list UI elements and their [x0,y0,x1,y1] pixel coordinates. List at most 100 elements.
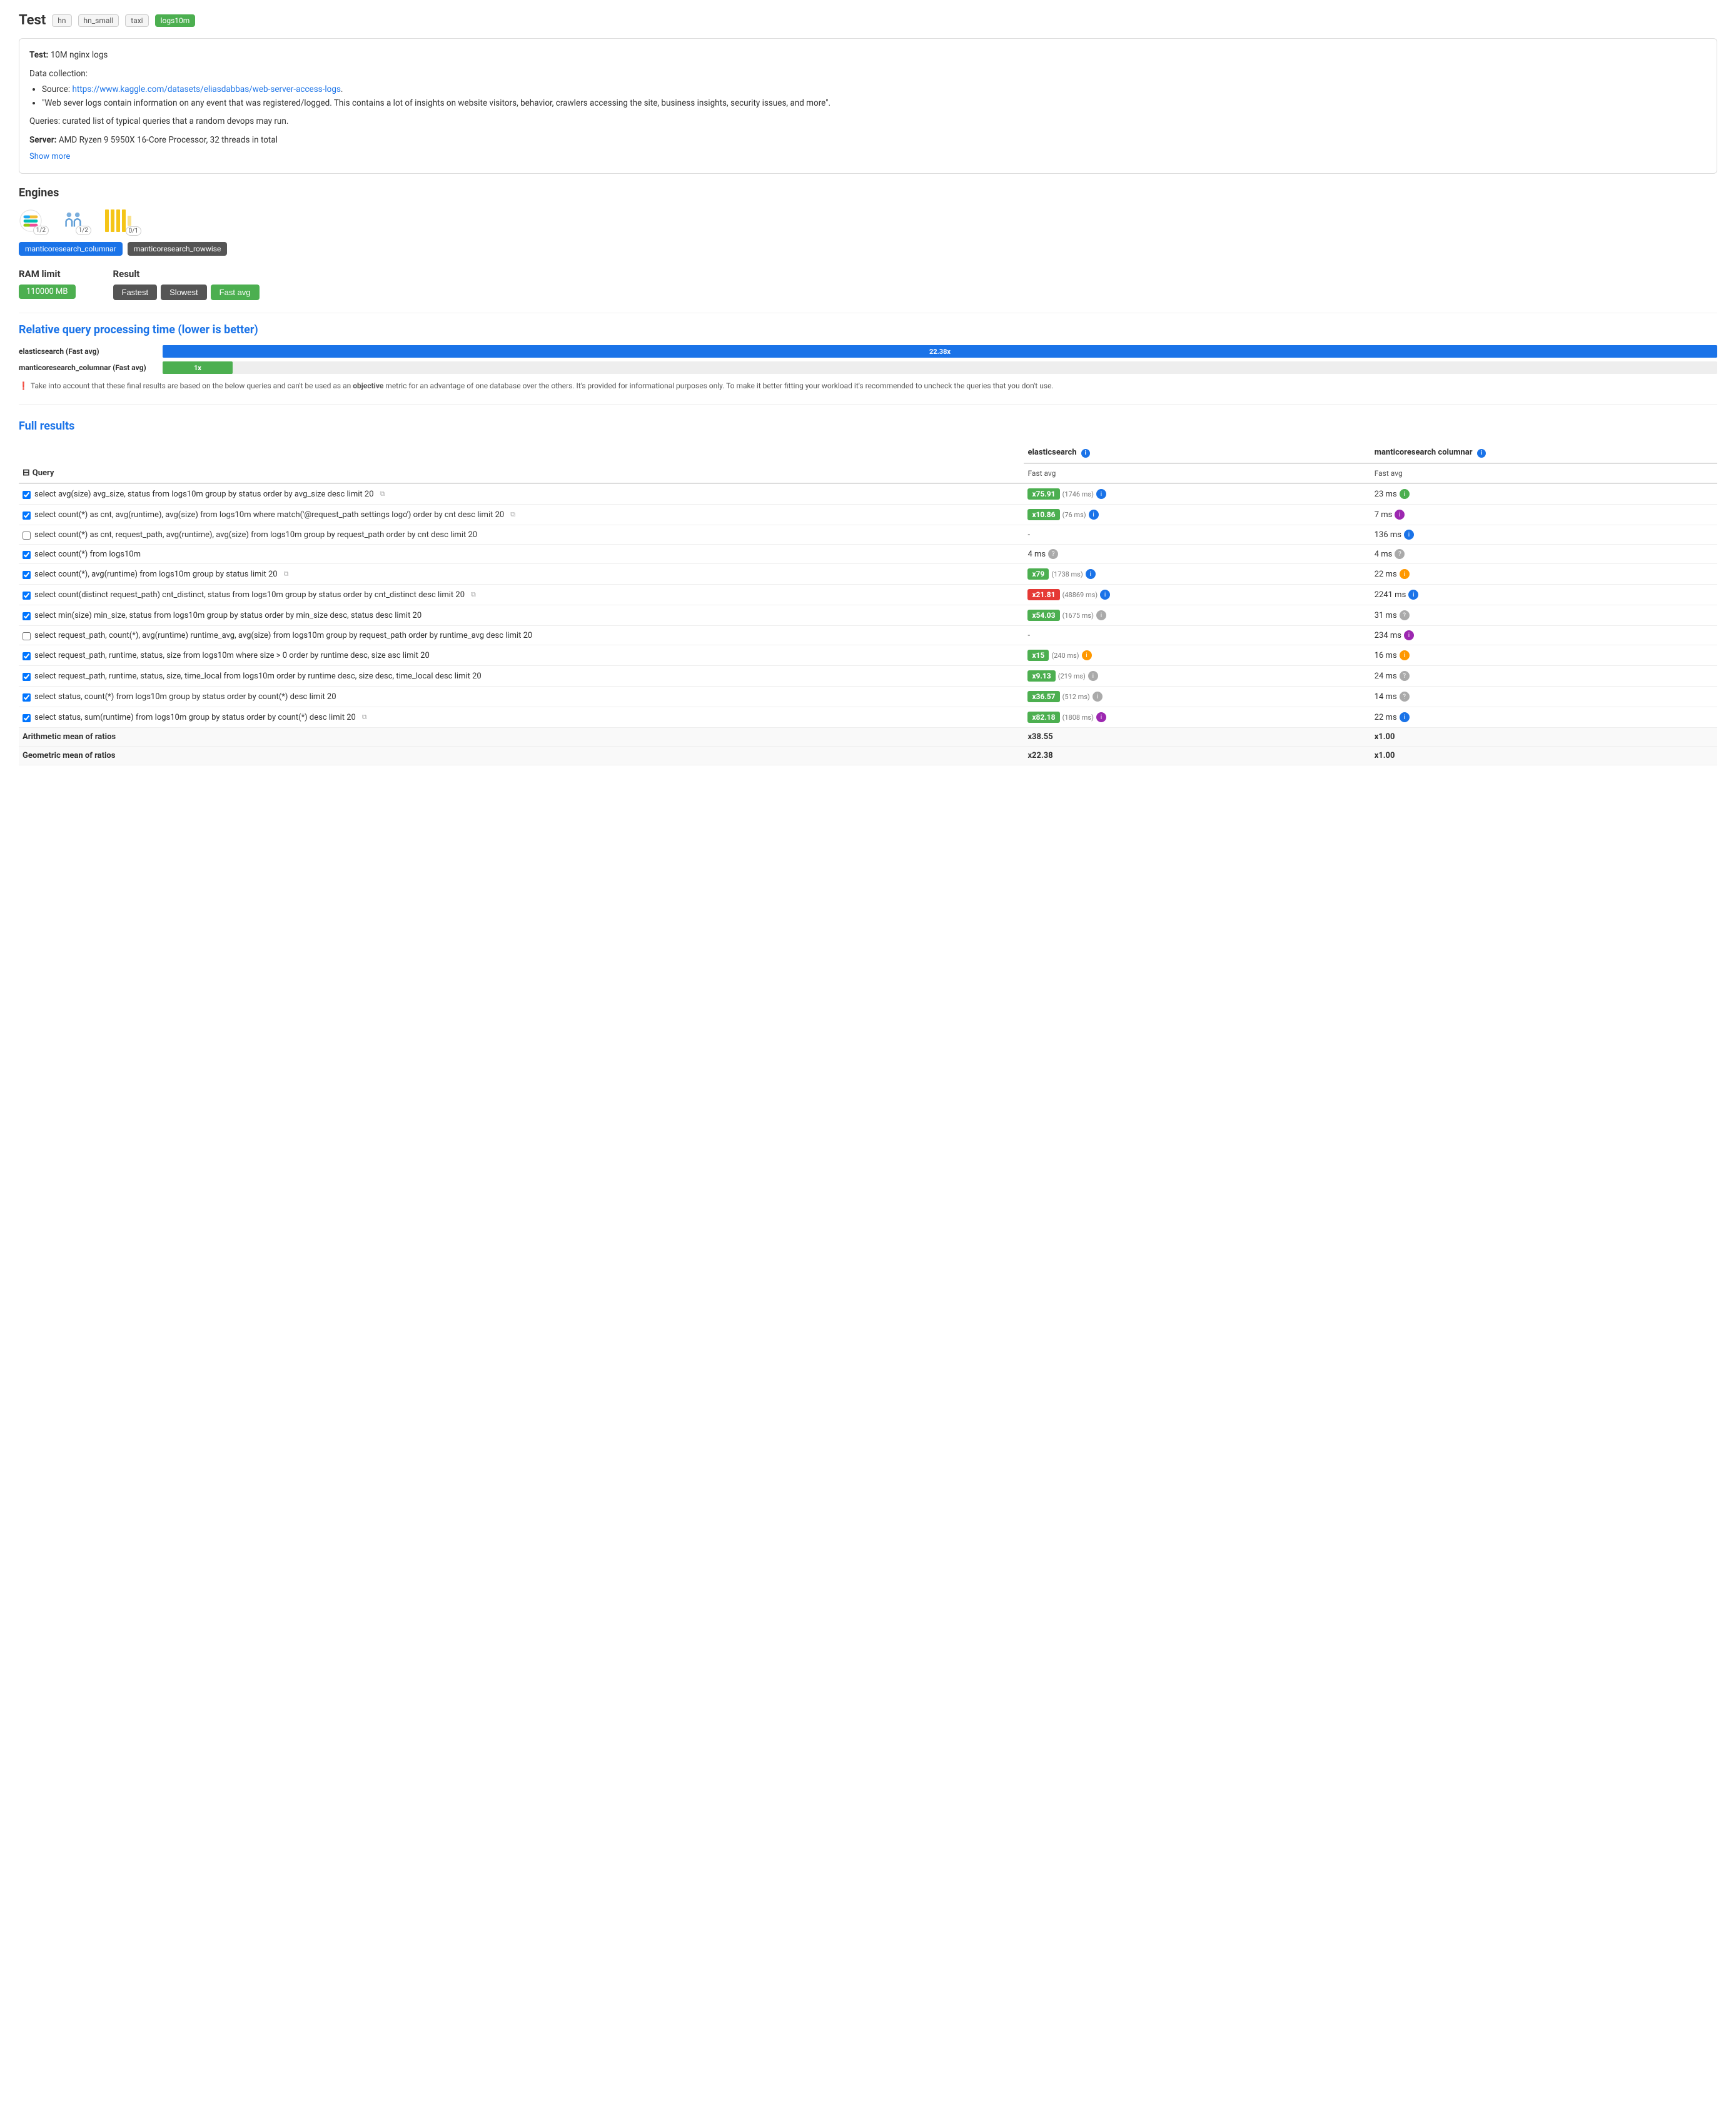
elastic-value: - [1027,631,1030,640]
query-checkbox[interactable] [23,571,31,579]
query-checkbox[interactable] [23,714,31,722]
elastic-ms: (48869 ms) [1062,591,1098,599]
footer-manticore: x1.00 [1371,728,1717,747]
manticore-cell: 234 ms i [1371,626,1717,645]
manticore-cell: 14 ms ? [1371,687,1717,707]
elastic-info-icon[interactable]: i [1081,449,1090,458]
elastic-info-icon[interactable]: i [1088,671,1098,681]
show-more-link[interactable]: Show more [29,152,70,161]
engine-tags: manticoresearch_columnar manticoresearch… [19,242,1717,256]
manticore-engine[interactable]: 1/2 [61,209,85,233]
elastic-badge-green: x36.57 [1027,691,1059,702]
fast-avg-button[interactable]: Fast avg [211,285,260,300]
query-copy-icon[interactable]: ⧉ [284,570,289,578]
elastic-badge-green: x54.03 [1027,610,1059,621]
footer-label: Arithmetic mean of ratios [19,728,1024,747]
elastic-badge-green: x10.86 [1027,509,1059,520]
test-label: Test: [29,50,48,60]
manticore-value: 16 ms [1375,651,1397,660]
elastic-info-icon[interactable]: i [1096,712,1106,722]
manticore-info-icon[interactable]: i [1400,569,1410,579]
elasticsearch-engine[interactable]: 1/2 [19,209,43,233]
query-cell: select request_path, runtime, status, si… [19,666,1024,687]
query-copy-icon[interactable]: ⧉ [471,590,476,599]
tag-hn-small[interactable]: hn_small [78,14,119,27]
elastic-cell: x9.13 (219 ms) i [1024,666,1370,687]
query-checkbox[interactable] [23,532,31,540]
query-copy-icon[interactable]: ⧉ [380,490,385,498]
manticore-cell: 24 ms ? [1371,666,1717,687]
tag-hn[interactable]: hn [52,14,71,27]
elastic-info-icon[interactable]: ? [1048,549,1058,559]
chart-label-elasticsearch: elasticsearch (Fast avg) [19,347,156,356]
clickhouse-engine[interactable]: 0/1 [104,208,135,233]
elastic-info-icon[interactable]: i [1093,692,1103,702]
elastic-info-icon[interactable]: i [1100,590,1110,600]
collapse-icon[interactable]: ⊟ [23,468,30,478]
query-cell: select avg(size) avg_size, status from l… [19,483,1024,505]
query-checkbox[interactable] [23,511,31,520]
manticore-info-icon[interactable]: ? [1400,610,1410,620]
query-text: select status, count(*) from logs10m gro… [34,692,336,702]
manticore-info-icon[interactable]: i [1400,712,1410,722]
engine-tag-rowwise[interactable]: manticoresearch_rowwise [128,242,228,256]
manticore-info-icon[interactable]: ? [1400,692,1410,702]
chart-bar-elasticsearch-label: 22.38x [926,348,954,356]
server-label: Server: [29,135,56,145]
query-checkbox[interactable] [23,491,31,499]
engine-tag-columnar[interactable]: manticoresearch_columnar [19,242,123,256]
elastic-badge-green: x15 [1027,650,1049,661]
results-section: Full results ⊟ Query elasticsearch i man… [19,420,1717,765]
source-link[interactable]: https://www.kaggle.com/datasets/eliasdab… [72,84,340,94]
elastic-badge-red: x21.81 [1027,589,1059,600]
elastic-info-icon[interactable]: i [1096,610,1106,620]
table-row: select request_path, count(*), avg(runti… [19,626,1717,645]
slowest-button[interactable]: Slowest [161,285,207,300]
query-checkbox[interactable] [23,673,31,681]
manticore-info-icon[interactable]: ? [1395,549,1405,559]
table-row: select request_path, runtime, status, si… [19,645,1717,666]
tag-logs10m[interactable]: logs10m [155,14,196,27]
query-checkbox[interactable] [23,612,31,620]
engines-title: Engines [19,186,1717,199]
th-manticore: manticoresearch columnar i [1371,443,1717,463]
query-checkbox[interactable] [23,592,31,600]
query-checkbox[interactable] [23,551,31,559]
elastic-info-icon[interactable]: i [1096,489,1106,499]
manticore-info-icon[interactable]: i [1400,650,1410,660]
query-text: select count(*) as cnt, request_path, av… [34,530,477,540]
query-cell: select min(size) min_size, status from l… [19,605,1024,626]
elastic-info-icon[interactable]: i [1089,510,1099,520]
elastic-info-icon[interactable]: i [1082,650,1092,660]
query-checkbox[interactable] [23,632,31,640]
query-copy-icon[interactable]: ⧉ [510,510,515,519]
manticore-col-info-icon[interactable]: i [1477,449,1486,458]
manticore-cell: 22 ms i [1371,707,1717,728]
query-text: select request_path, runtime, status, si… [34,672,482,681]
footer-elastic: x38.55 [1024,728,1370,747]
query-checkbox[interactable] [23,693,31,702]
elastic-info-icon[interactable]: i [1086,569,1096,579]
query-cell: select count(*) as cnt, avg(runtime), av… [19,505,1024,525]
query-copy-icon[interactable]: ⧉ [362,713,367,722]
tag-taxi[interactable]: taxi [125,14,148,27]
manticore-cell: 16 ms i [1371,645,1717,666]
fastest-button[interactable]: Fastest [113,285,158,300]
elastic-badge-green: x9.13 [1027,670,1055,682]
manticore-info-icon[interactable]: i [1404,630,1414,640]
query-cell: select status, count(*) from logs10m gro… [19,687,1024,707]
manticore-info-icon[interactable]: ? [1400,671,1410,681]
query-text: select count(*), avg(runtime) from logs1… [34,570,278,579]
elastic-cell: x79 (1738 ms) i [1024,564,1370,585]
elastic-badge-green: x75.91 [1027,488,1059,500]
manticore-info-icon[interactable]: i [1395,510,1405,520]
manticore-info-icon[interactable]: i [1404,530,1414,540]
manticore-value: 14 ms [1375,692,1397,702]
manticore-info-icon[interactable]: i [1400,489,1410,499]
query-cell: select count(*) from logs10m [19,545,1024,564]
chart-bar-manticore-wrap: 1x [163,361,1717,374]
table-row: select min(size) min_size, status from l… [19,605,1717,626]
manticore-info-icon[interactable]: i [1408,590,1418,600]
query-checkbox[interactable] [23,652,31,660]
info-box: Test: 10M nginx logs Data collection: So… [19,38,1717,174]
